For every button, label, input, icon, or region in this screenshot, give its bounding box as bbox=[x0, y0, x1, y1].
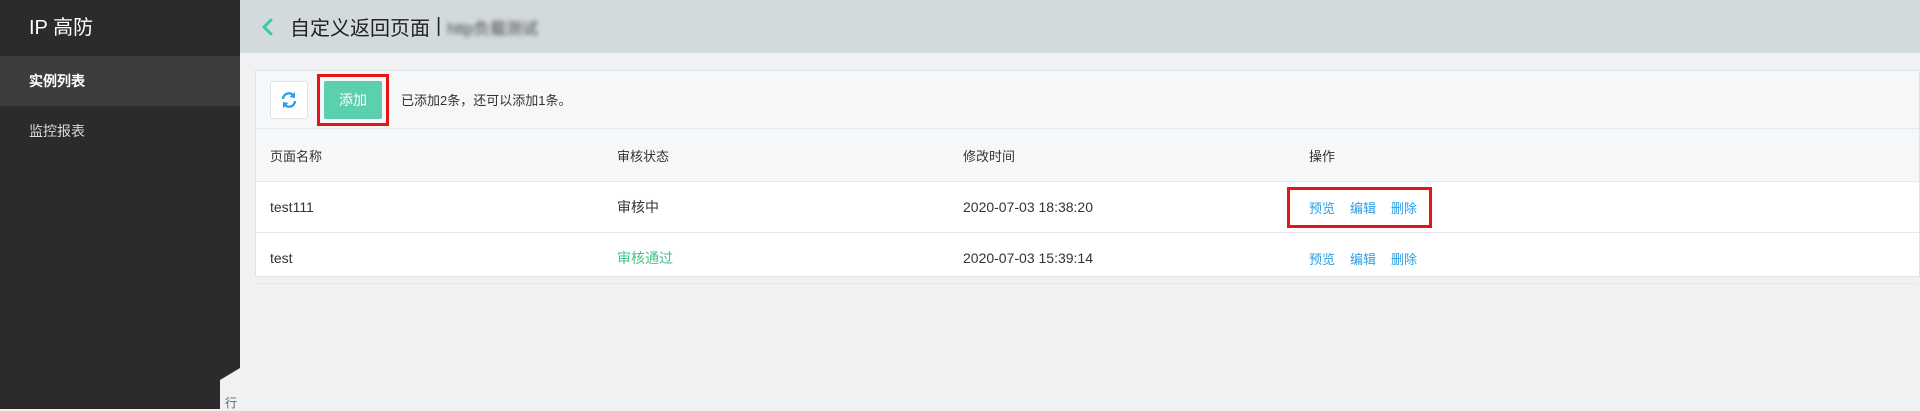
chevron-left-icon[interactable] bbox=[258, 17, 278, 37]
cell-modified-time: 2020-07-03 18:38:20 bbox=[949, 181, 1295, 233]
add-button[interactable]: 添加 bbox=[324, 80, 382, 119]
sidebar-item-monitoring-report[interactable]: 监控报表 bbox=[0, 106, 240, 156]
table-header-row: 页面名称 审核状态 修改时间 操作 bbox=[256, 129, 1919, 182]
sidebar-collapse-handle[interactable]: 行 bbox=[220, 368, 240, 409]
instance-table: 页面名称 审核状态 修改时间 操作 test111 审核中 2020-07-03… bbox=[256, 129, 1919, 284]
cell-page-name: test111 bbox=[256, 181, 603, 233]
brand-title: IP 高防 bbox=[29, 17, 94, 39]
toolbar: 添加 已添加2条，还可以添加1条。 bbox=[256, 71, 1919, 129]
delete-link[interactable]: 删除 bbox=[1391, 249, 1417, 268]
column-header-page-name: 页面名称 bbox=[256, 129, 603, 182]
cell-actions: 预览 编辑 删除 bbox=[1287, 181, 1919, 233]
cell-modified-time: 2020-07-03 15:39:14 bbox=[949, 232, 1295, 284]
delete-link[interactable]: 删除 bbox=[1391, 198, 1417, 217]
page-header: 自定义返回页面 | http负载测试 bbox=[240, 0, 1920, 53]
actions-highlight: 预览 编辑 删除 bbox=[1287, 186, 1433, 228]
cell-review-status: 审核通过 bbox=[603, 232, 949, 284]
actions-group: 预览 编辑 删除 bbox=[1287, 241, 1432, 276]
column-header-review-status: 审核状态 bbox=[603, 129, 949, 182]
cell-actions: 预览 编辑 删除 bbox=[1295, 232, 1919, 284]
cell-review-status: 审核中 bbox=[603, 181, 949, 233]
preview-link[interactable]: 预览 bbox=[1309, 249, 1335, 268]
page-subtitle: http负载测试 bbox=[447, 20, 538, 38]
column-header-modified-time: 修改时间 bbox=[949, 129, 1295, 182]
add-button-highlight: 添加 bbox=[317, 73, 389, 126]
page-title: 自定义返回页面 bbox=[290, 18, 430, 40]
table-row: test111 审核中 2020-07-03 18:38:20 预览 编辑 删除 bbox=[256, 181, 1919, 233]
cell-page-name: test bbox=[256, 232, 603, 284]
title-separator: | bbox=[436, 15, 442, 37]
refresh-icon bbox=[281, 91, 297, 108]
edit-link[interactable]: 编辑 bbox=[1350, 249, 1376, 268]
preview-link[interactable]: 预览 bbox=[1309, 198, 1335, 217]
refresh-button[interactable] bbox=[270, 80, 308, 119]
instance-panel: 添加 已添加2条，还可以添加1条。 页面名称 审核状态 修改时间 操作 test… bbox=[255, 70, 1920, 284]
sidebar-item-instance-list[interactable]: 实例列表 bbox=[0, 56, 240, 106]
quota-text: 已添加2条，还可以添加1条。 bbox=[401, 93, 572, 108]
table-row: test 审核通过 2020-07-03 15:39:14 预览 编辑 删除 bbox=[256, 232, 1919, 284]
sidebar: IP 高防 实例列表 监控报表 行 bbox=[0, 0, 240, 409]
edit-link[interactable]: 编辑 bbox=[1350, 198, 1376, 217]
collapse-handle-label: 行 bbox=[225, 396, 238, 410]
column-header-actions: 操作 bbox=[1295, 129, 1919, 182]
